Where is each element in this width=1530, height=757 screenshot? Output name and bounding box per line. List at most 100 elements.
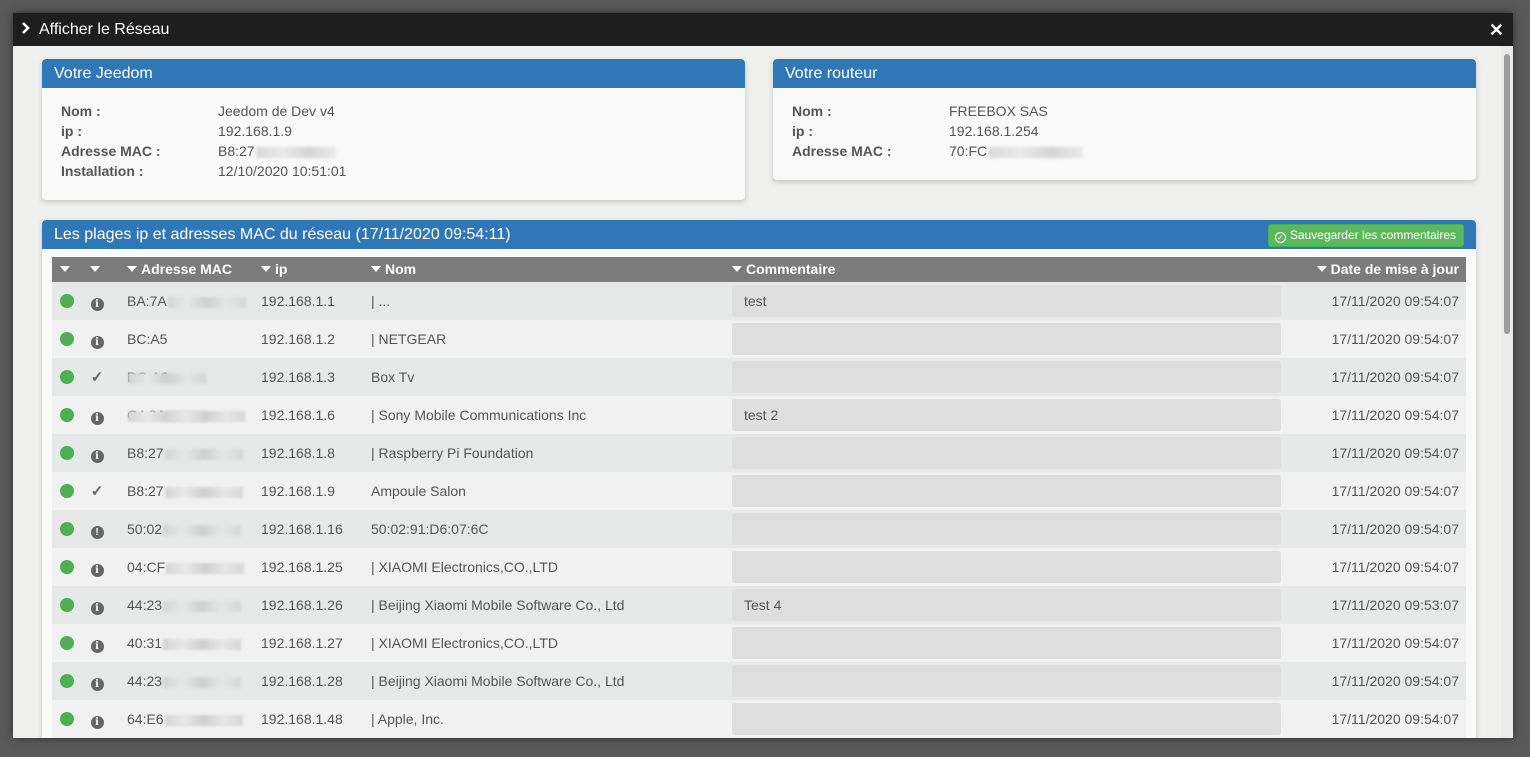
- type-cell: i: [82, 396, 112, 434]
- comment-cell: [732, 548, 1282, 586]
- date-cell: 17/11/2020 09:54:07: [1331, 711, 1459, 727]
- comment-input[interactable]: [732, 323, 1281, 355]
- jeedom-name-row: Nom : Jeedom de Dev v4: [61, 101, 745, 121]
- name-cell: Box Tv: [371, 369, 415, 385]
- redacted-blur: [163, 600, 242, 612]
- router-name-value: FREEBOX SAS: [949, 103, 1048, 119]
- mac-header-label: Adresse MAC: [141, 261, 233, 277]
- jeedom-panel: Votre Jeedom Nom : Jeedom de Dev v4 ip :…: [42, 59, 745, 200]
- ip-cell: 192.168.1.9: [261, 483, 335, 499]
- date-cell: 17/11/2020 09:54:07: [1331, 293, 1459, 309]
- jeedom-name-value: Jeedom de Dev v4: [218, 103, 335, 119]
- comment-header-label: Commentaire: [746, 261, 836, 277]
- ip-cell: 192.168.1.8: [261, 445, 335, 461]
- jeedom-mac-row: Adresse MAC : B8:27: [61, 141, 745, 161]
- caret-down-icon: [60, 266, 70, 272]
- table-row: ! 50:02 192.168.1.16 50:02:91:D6:07:6C 17/11…: [52, 510, 1466, 548]
- redacted-blur: [164, 486, 243, 498]
- status-cell: [52, 320, 82, 358]
- scrollbar-thumb[interactable]: [1504, 54, 1510, 334]
- caret-down-icon: [1316, 266, 1327, 272]
- table-header: Adresse MAC ip Nom Commentaire Date de m…: [52, 257, 1466, 282]
- redacted-blur: [988, 146, 1084, 158]
- redacted-blur: [255, 146, 336, 158]
- comment-input[interactable]: [732, 361, 1281, 393]
- router-name-label: Nom :: [792, 103, 832, 119]
- jeedom-install-value: 12/10/2020 10:51:01: [218, 163, 347, 179]
- jeedom-ip-label: ip :: [61, 123, 82, 139]
- name-cell: | Beijing Xiaomi Mobile Software Co., Lt…: [371, 673, 625, 689]
- sort-status-header[interactable]: [52, 257, 82, 282]
- comment-cell: [732, 472, 1282, 510]
- comment-input[interactable]: [732, 437, 1281, 469]
- comment-cell: [732, 320, 1282, 358]
- status-cell: [52, 662, 82, 700]
- mac-cell: B8:27: [112, 472, 246, 510]
- date-cell: 17/11/2020 09:54:07: [1331, 445, 1459, 461]
- comment-input[interactable]: [732, 513, 1281, 545]
- name-header-label: Nom: [385, 261, 417, 277]
- comment-input[interactable]: Test 4: [732, 589, 1281, 621]
- comment-input[interactable]: [732, 703, 1281, 735]
- status-online-icon: [60, 484, 74, 498]
- sort-date-header[interactable]: Date de mise à jour: [1282, 257, 1466, 282]
- type-cell: ✓: [82, 472, 112, 510]
- table-row: i 44:23 192.168.1.26 | Beijing Xiaomi Mobil…: [52, 586, 1466, 624]
- info-icon: i: [90, 716, 104, 729]
- ip-cell: 192.168.1.2: [261, 331, 335, 347]
- ip-cell: 192.168.1.16: [261, 521, 343, 537]
- table-row: i 04:CF 192.168.1.25 | XIAOMI Electronics,C…: [52, 548, 1466, 586]
- sort-name-header[interactable]: Nom: [356, 257, 732, 282]
- modal-title: Afficher le Réseau: [39, 20, 170, 38]
- table-row: i 44:23 192.168.1.28 | Beijing Xiaomi Mobil…: [52, 662, 1466, 700]
- redacted-blur: [163, 638, 242, 650]
- scrollbar[interactable]: [1501, 46, 1513, 738]
- date-header-label: Date de mise à jour: [1330, 261, 1459, 277]
- comment-input[interactable]: test 2: [732, 399, 1281, 431]
- type-cell: i: [82, 624, 112, 662]
- redacted-blur: [166, 562, 245, 574]
- sort-comment-header[interactable]: Commentaire: [732, 257, 1282, 282]
- comment-input[interactable]: [732, 665, 1281, 697]
- type-cell: !: [82, 510, 112, 548]
- router-mac-value: 70:FC: [949, 141, 1084, 161]
- save-comments-label: Sauvegarder les commentaires: [1289, 228, 1456, 242]
- status-online-icon: [60, 560, 74, 574]
- save-comments-button[interactable]: ✓ Sauvegarder les commentaires: [1267, 224, 1464, 247]
- date-cell: 17/11/2020 09:54:07: [1331, 559, 1459, 575]
- table-row: i BA:7A 192.168.1.1 | ... test 17/11/2020 09:…: [52, 282, 1466, 320]
- comment-input[interactable]: test: [732, 285, 1281, 317]
- status-cell: [52, 282, 82, 320]
- mac-cell: 40:31: [112, 624, 246, 662]
- sort-type-header[interactable]: [82, 257, 112, 282]
- ip-cell: 192.168.1.26: [261, 597, 343, 613]
- sort-mac-header[interactable]: Adresse MAC: [112, 257, 246, 282]
- name-cell: | ...: [371, 293, 391, 309]
- info-icon: i: [90, 602, 104, 615]
- mac-cell: BC:A5: [112, 320, 246, 384]
- router-ip-row: ip : 192.168.1.254: [792, 121, 1476, 141]
- comment-input[interactable]: [732, 475, 1281, 507]
- jeedom-ip-row: ip : 192.168.1.9: [61, 121, 745, 141]
- comment-cell: [732, 662, 1282, 700]
- status-online-icon: [60, 636, 74, 650]
- table-row: i B8:27 192.168.1.8 | Raspberry Pi Foundati…: [52, 434, 1466, 472]
- status-online-icon: [60, 408, 74, 422]
- redacted-blur: [167, 296, 246, 308]
- close-icon[interactable]: ✕: [1489, 20, 1504, 41]
- network-panel-title: Les plages ip et adresses MAC du réseau …: [42, 220, 1476, 249]
- jeedom-ip-value: 192.168.1.9: [218, 123, 292, 139]
- comment-input[interactable]: [732, 551, 1281, 583]
- type-cell: i: [82, 700, 112, 738]
- comment-input[interactable]: [732, 627, 1281, 659]
- name-cell: | Sony Mobile Communications Inc: [371, 407, 587, 423]
- comment-cell: [732, 358, 1282, 396]
- name-cell: | Beijing Xiaomi Mobile Software Co., Lt…: [371, 597, 625, 613]
- status-online-icon: [60, 712, 74, 726]
- name-cell: 50:02:91:D6:07:6C: [371, 521, 489, 537]
- comment-cell: test: [732, 282, 1282, 320]
- chevron-right-icon[interactable]: [21, 21, 33, 39]
- router-mac-row: Adresse MAC : 70:FC: [792, 141, 1476, 161]
- sort-ip-header[interactable]: ip: [246, 257, 356, 282]
- status-online-icon: [60, 598, 74, 612]
